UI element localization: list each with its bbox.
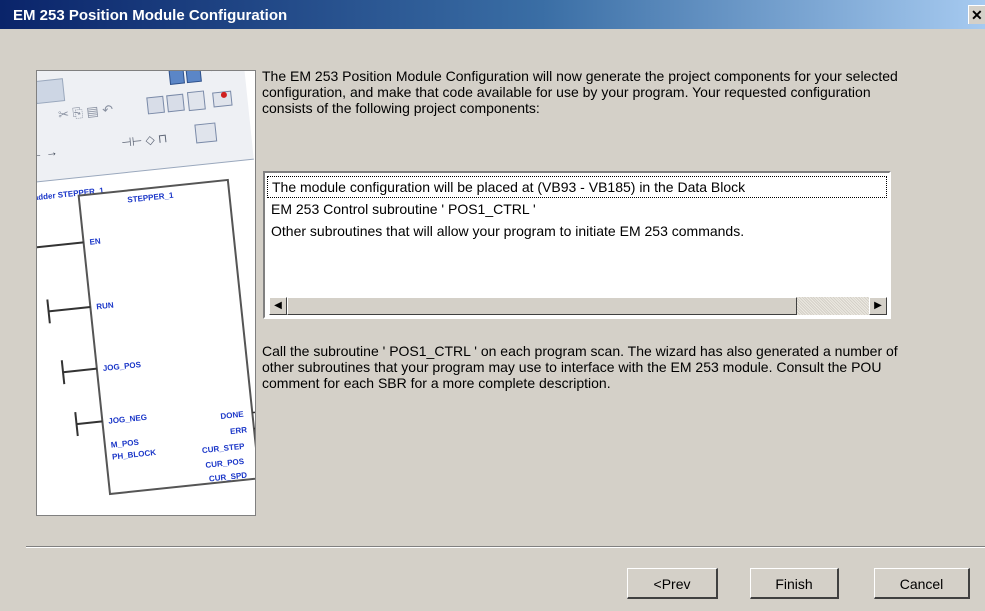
arrow-left-icon: ◀: [274, 300, 282, 311]
window-title: EM 253 Position Module Configuration: [13, 7, 288, 24]
title-bar: EM 253 Position Module Configuration ✕: [0, 0, 985, 29]
finish-button[interactable]: Finish: [750, 568, 839, 599]
horizontal-scrollbar[interactable]: ◀ ▶: [269, 297, 887, 315]
summary-text: Call the subroutine ' POS1_CTRL ' on eac…: [262, 343, 898, 391]
intro-text: The EM 253 Position Module Configuration…: [262, 68, 898, 116]
close-button[interactable]: ✕: [968, 5, 985, 24]
close-icon: ✕: [971, 7, 983, 23]
wizard-illustration: ✂ ⎘ ▤ ↶ + ← → ⊣⊢ ◇ ⊓ ladder STEPPER_1 ST…: [36, 70, 256, 516]
prev-button[interactable]: <Prev: [627, 568, 718, 599]
components-listbox[interactable]: The module configuration will be placed …: [263, 171, 891, 319]
output-label: ERR: [230, 425, 248, 436]
cancel-button[interactable]: Cancel: [874, 568, 970, 599]
list-item[interactable]: Other subroutines that will allow your p…: [267, 220, 887, 242]
components-list: The module configuration will be placed …: [267, 176, 887, 242]
scrollbar-thumb[interactable]: [287, 297, 797, 315]
scroll-right-button[interactable]: ▶: [869, 297, 887, 315]
input-label: RUN: [96, 301, 114, 312]
list-item[interactable]: The module configuration will be placed …: [267, 176, 887, 198]
scroll-left-button[interactable]: ◀: [269, 297, 287, 315]
separator: [26, 546, 985, 548]
arrow-right-icon: ▶: [874, 300, 882, 311]
input-label: EN: [89, 237, 101, 247]
list-item[interactable]: EM 253 Control subroutine ' POS1_CTRL ': [267, 198, 887, 220]
